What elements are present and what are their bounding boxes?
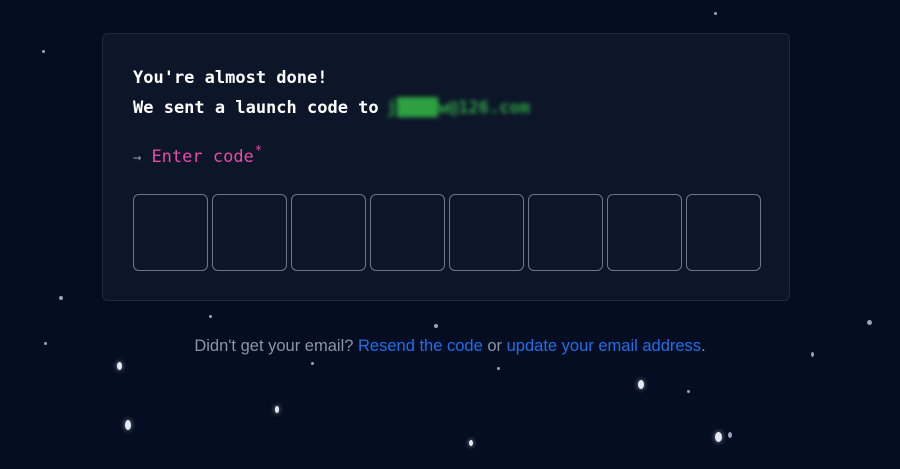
code-digit-input[interactable] [686, 194, 761, 271]
star [311, 362, 314, 365]
resend-code-link[interactable]: Resend the code [358, 337, 483, 355]
code-digit-input[interactable] [370, 194, 445, 271]
star [714, 12, 717, 15]
star [497, 367, 500, 370]
arrow-right-icon: → [133, 150, 142, 166]
sent-code-message: We sent a launch code to j████w@126.com [133, 98, 530, 118]
enter-code-label: Enter code [151, 147, 254, 167]
update-email-link[interactable]: update your email address [507, 337, 701, 355]
star [434, 324, 438, 328]
enter-code-prompt: → Enter code* [133, 143, 262, 167]
star [117, 362, 122, 370]
footer-suffix: . [701, 337, 706, 355]
signup-card: You're almost done! We sent a launch cod… [102, 33, 790, 301]
footer-middle: or [482, 337, 507, 355]
required-asterisk: * [254, 143, 263, 157]
star [209, 315, 212, 318]
code-digit-input[interactable] [607, 194, 682, 271]
footer-prefix: Didn't get your email? [194, 337, 358, 355]
star [42, 50, 45, 53]
star [867, 320, 872, 325]
star [125, 420, 131, 430]
code-input-row [133, 194, 761, 271]
code-digit-input[interactable] [133, 194, 208, 271]
star [715, 432, 722, 442]
code-digit-input[interactable] [291, 194, 366, 271]
resend-footer: Didn't get your email? Resend the code o… [0, 337, 900, 356]
star [275, 406, 279, 413]
email-address: j████w@126.com [386, 98, 530, 118]
star [728, 432, 732, 438]
star [469, 440, 473, 446]
code-digit-input[interactable] [212, 194, 287, 271]
sent-code-prefix: We sent a launch code to [133, 98, 379, 118]
star [687, 390, 690, 393]
star [638, 380, 644, 389]
code-digit-input[interactable] [449, 194, 524, 271]
heading-almost-done: You're almost done! [133, 68, 328, 88]
code-digit-input[interactable] [528, 194, 603, 271]
star [59, 296, 63, 300]
